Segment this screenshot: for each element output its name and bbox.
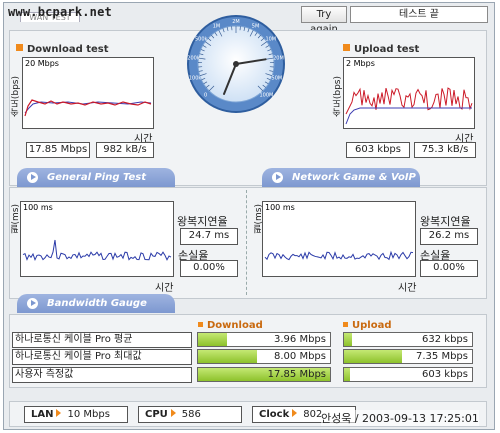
- game-rtt-label: 왕복지연율: [420, 215, 471, 228]
- download-graph-svg: [24, 99, 152, 117]
- bw-upload-header-label: Upload: [352, 320, 392, 331]
- game-scale-label: 100 ms: [265, 203, 295, 212]
- game-loss-value: 0.00%: [420, 260, 478, 277]
- bw-download-value: 17.85 Mbps: [267, 369, 326, 380]
- bw-upload-header: Upload: [343, 320, 391, 331]
- watermark: www.bcpark.net: [8, 5, 112, 19]
- upload-kbps-value: 603 kbps: [346, 142, 410, 158]
- upload-scale-label: 2 Mbps: [346, 59, 375, 68]
- upload-title-label: Upload test: [354, 44, 420, 55]
- cpu-value: 586: [181, 409, 201, 420]
- gauge-label: 20M: [273, 55, 284, 61]
- game-graph-svg: [264, 250, 414, 261]
- bw-upload-fill: [344, 368, 351, 381]
- lan-info: LAN 10 Mbps: [24, 406, 128, 423]
- download-title-label: Download test: [27, 44, 109, 55]
- cpu-info: CPU 586: [138, 406, 242, 423]
- bw-upload-value: 603 kbps: [422, 369, 468, 380]
- gauge-label: 50M: [272, 75, 283, 81]
- bw-download-bar: 3.96 Mbps: [197, 332, 331, 347]
- bw-upload-bar: 632 kbps: [343, 332, 473, 347]
- bw-download-fill: [198, 350, 258, 363]
- ping-latency-line: [22, 239, 172, 262]
- speed-gauge: 0 100k 200k 500k 1M 2M 5M 10M 20M 50M 100M: [187, 15, 285, 113]
- bullet-square-icon: [16, 44, 23, 51]
- lan-label: LAN: [31, 409, 54, 420]
- bw-upload-bar: 7.35 Mbps: [343, 349, 473, 364]
- bw-download-value: 8.00 Mbps: [274, 351, 326, 362]
- ping-test-banner: General Ping Test: [17, 168, 175, 187]
- arrow-right-icon: [27, 298, 38, 309]
- download-scale-label: 20 Mbps: [25, 59, 59, 68]
- gauge-label: 5M: [252, 24, 260, 30]
- cpu-label: CPU: [145, 409, 168, 420]
- gauge-label: 100k: [189, 75, 202, 81]
- ping-rtt-label: 왕복지연율: [177, 215, 228, 228]
- bullet-square-icon: [343, 44, 350, 51]
- bw-upload-fill: [344, 350, 402, 363]
- game-test-banner: Network Game & VoIP Test: [262, 168, 420, 202]
- upload-kbs-value: 75.3 kB/s: [414, 142, 476, 158]
- latency-divider: [246, 190, 247, 295]
- ping-graph: 100 ms: [20, 201, 174, 277]
- bw-row-label: 사용자 측정값: [12, 367, 192, 383]
- download-axis-label: 속도(bps): [11, 76, 21, 118]
- gauge-label: 200k: [187, 55, 200, 61]
- upload-graph-svg: [345, 87, 473, 125]
- ping-time-label: 시간: [155, 283, 174, 294]
- bandwidth-title: Bandwidth Gauge: [47, 298, 147, 309]
- ping-test-title: General Ping Test: [47, 172, 147, 183]
- bullet-square-icon: [343, 322, 348, 327]
- clock-value: 802: [303, 409, 323, 420]
- status-display: 테스트 끝: [350, 6, 488, 23]
- game-time-label: 시간: [398, 283, 417, 294]
- gauge-label: 0: [204, 92, 207, 98]
- lan-value: 10 Mbps: [67, 409, 110, 420]
- arrow-right-icon: [27, 172, 38, 183]
- bw-download-header: Download: [198, 320, 263, 331]
- ping-scale-label: 100 ms: [23, 203, 53, 212]
- download-kbs-value: 982 kB/s: [96, 142, 154, 158]
- ping-rtt-value: 24.7 ms: [180, 228, 238, 245]
- download-graph: 20 Mbps: [22, 57, 154, 129]
- bw-upload-value: 7.35 Mbps: [416, 351, 468, 362]
- signature-overlay: 안성욱 / 2003-09-13 17:25:01: [321, 410, 479, 426]
- bw-upload-bar: 603 kbps: [343, 367, 473, 382]
- gauge-label: 1M: [213, 24, 221, 30]
- upload-title: Upload test: [343, 44, 419, 55]
- bw-download-bar: 17.85 Mbps: [197, 367, 331, 382]
- gauge-label: 500k: [195, 37, 208, 43]
- bw-upload-fill: [344, 333, 352, 346]
- gauge-label: 2M: [232, 19, 240, 25]
- arrow-right-icon: [56, 409, 62, 417]
- game-graph: 100 ms: [262, 201, 416, 277]
- bw-download-header-label: Download: [207, 320, 263, 331]
- upload-ref-line: [345, 107, 472, 125]
- arrow-right-icon: [292, 409, 298, 417]
- upload-graph: 2 Mbps: [343, 57, 475, 129]
- try-again-button[interactable]: Try again: [301, 6, 347, 35]
- ping-graph-svg: [22, 239, 172, 262]
- gauge-hub: [233, 61, 239, 67]
- gauge-label: 10M: [265, 37, 276, 43]
- bw-upload-value: 632 kbps: [422, 334, 468, 345]
- arrow-right-icon: [272, 172, 283, 183]
- upload-speed-line: [345, 87, 473, 115]
- bullet-square-icon: [198, 322, 203, 327]
- download-mbps-value: 17.85 Mbps: [26, 142, 90, 158]
- game-rtt-value: 26.2 ms: [420, 228, 478, 245]
- gauge-label: 100M: [259, 92, 273, 98]
- game-latency-line: [264, 250, 414, 261]
- download-title: Download test: [16, 44, 109, 55]
- clock-label: Clock: [259, 409, 290, 420]
- bw-row-label: 하나로통신 케이블 Pro 최대값: [12, 349, 192, 365]
- bw-download-fill: [198, 333, 228, 346]
- bw-download-bar: 8.00 Mbps: [197, 349, 331, 364]
- bandwidth-banner: Bandwidth Gauge: [17, 294, 175, 313]
- bw-row-label: 하나로통신 케이블 Pro 평균: [12, 332, 192, 348]
- arrow-right-icon: [170, 409, 176, 417]
- bw-download-value: 3.96 Mbps: [274, 334, 326, 345]
- ping-loss-value: 0.00%: [180, 260, 238, 277]
